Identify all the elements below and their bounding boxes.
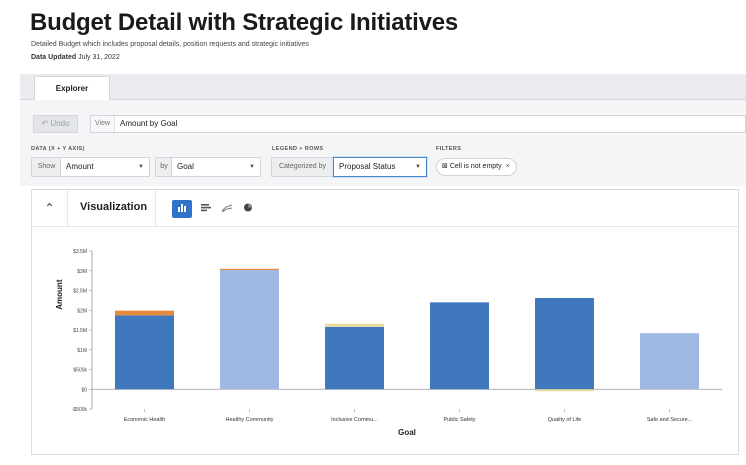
- view-toolbar: ↶ Undo View Amount by Goal: [20, 100, 746, 140]
- amount-by-goal-chart: -$500k $0 $500k $1M $1.5M $2M $2.5M $3M $3.5M Eco…: [55, 249, 722, 437]
- bar-chart-icon[interactable]: [196, 200, 216, 218]
- bar-segment: [115, 315, 174, 390]
- y-tick-label: $0: [81, 387, 87, 393]
- x-axis-title: Goal: [398, 428, 416, 437]
- page-title: Budget Detail with Strategic Initiatives: [30, 9, 459, 36]
- y-tick-label: $3.5M: [73, 249, 87, 255]
- bar-segment: [325, 326, 384, 390]
- data-updated: Data Updated July 31, 2022: [31, 54, 120, 61]
- y-tick-label: $2M: [77, 308, 87, 314]
- categorized-label: Categorized by: [271, 157, 333, 177]
- x-tick-label: Quality of Life: [548, 417, 582, 423]
- undo-label: Undo: [50, 119, 70, 128]
- y-tick-label: $1.5M: [73, 328, 87, 334]
- close-icon[interactable]: ×: [506, 159, 510, 175]
- column-chart-icon[interactable]: [172, 200, 192, 218]
- view-name-input[interactable]: Amount by Goal: [120, 116, 177, 132]
- header-divider: [155, 190, 156, 226]
- by-label: by: [155, 157, 172, 177]
- tab-explorer[interactable]: Explorer: [34, 76, 110, 101]
- legend-section-label: LEGEND + ROWS: [272, 146, 324, 152]
- bar-segment: [430, 302, 489, 390]
- x-tick-label: Safe and Secure...: [647, 417, 693, 423]
- y-tick-label: $500k: [73, 368, 87, 374]
- bar-segment: [220, 268, 279, 270]
- undo-arrow-icon: ↶: [41, 119, 49, 128]
- y-tick-label: $2.5M: [73, 289, 87, 295]
- data-updated-value: July 31, 2022: [78, 54, 120, 61]
- x-tick-label: Public Safety: [443, 417, 475, 423]
- show-dropdown[interactable]: Amount ▼: [60, 157, 150, 177]
- x-tick-label: Inclusive Commu...: [331, 417, 378, 423]
- visualization-panel: ⌃ Visualization -$500k $0 $500k $1M $1.5M $2M…: [31, 189, 739, 455]
- controls-panel: DATA (X + Y AXIS) Show Amount ▼ by Goal ▼ …: [20, 140, 746, 186]
- bar-segment: [640, 333, 699, 390]
- show-value: Amount: [66, 162, 94, 171]
- bar-segment: [535, 389, 594, 392]
- visualization-title: Visualization: [80, 201, 148, 213]
- filters-section-label: FILTERS: [436, 146, 462, 152]
- visualization-header: ⌃ Visualization: [32, 190, 738, 227]
- x-tick-label: Economic Health: [124, 417, 166, 423]
- y-tick-label: -$500k: [72, 407, 88, 413]
- data-updated-label: Data Updated: [31, 54, 77, 61]
- caret-down-icon: ▼: [249, 164, 255, 170]
- undo-button[interactable]: ↶ Undo: [33, 115, 78, 133]
- categorized-dropdown[interactable]: Proposal Status ▼: [333, 157, 427, 177]
- chevron-up-icon[interactable]: ⌃: [32, 190, 68, 226]
- x-tick-label: Healthy Community: [226, 417, 274, 423]
- by-dropdown[interactable]: Goal ▼: [171, 157, 261, 177]
- line-chart-icon[interactable]: [217, 200, 237, 218]
- tab-bar: Explorer: [20, 74, 746, 101]
- bar-segment: [535, 298, 594, 390]
- caret-down-icon: ▼: [415, 164, 421, 170]
- y-axis-title: Amount: [55, 279, 64, 310]
- page-subtitle: Detailed Budget which includes proposal …: [31, 41, 309, 48]
- by-value: Goal: [177, 162, 194, 171]
- filter-chip-label: Cell is not empty: [449, 163, 502, 170]
- categorized-value: Proposal Status: [339, 162, 396, 171]
- filter-chip[interactable]: ⊠ Cell is not empty ×: [436, 158, 517, 176]
- filter-square-icon: ⊠: [442, 163, 448, 170]
- bar-segment: [220, 269, 279, 390]
- bar-segment: [115, 310, 174, 316]
- data-section-label: DATA (X + Y AXIS): [31, 146, 85, 152]
- view-field[interactable]: View Amount by Goal: [90, 115, 746, 133]
- y-tick-label: $3M: [77, 269, 87, 275]
- y-tick-label: $1M: [77, 348, 87, 354]
- caret-down-icon: ▼: [138, 164, 144, 170]
- bar-segment: [325, 323, 384, 327]
- show-label: Show: [31, 157, 61, 177]
- view-label: View: [91, 116, 115, 132]
- pie-chart-icon[interactable]: [238, 200, 258, 218]
